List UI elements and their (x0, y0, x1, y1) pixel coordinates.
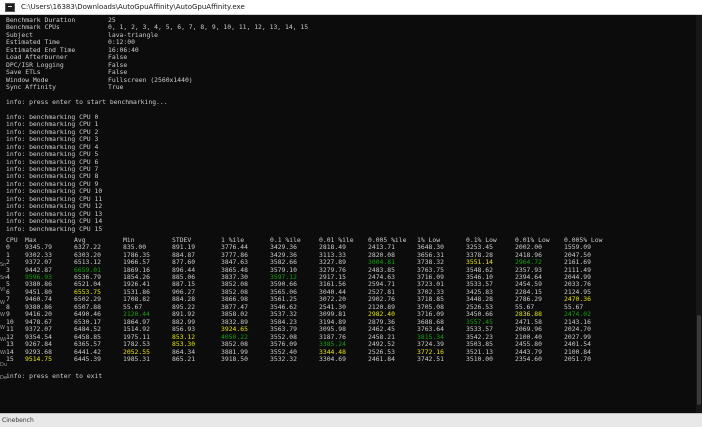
table-cell: 2354.60 (515, 354, 542, 363)
config-value: True (108, 83, 124, 92)
strip-fragment: Wi (0, 349, 7, 356)
info-message: info: press enter to start benchmarking.… (6, 97, 168, 106)
config-key: Sync Affinity (6, 83, 57, 92)
table-cell: 3304.69 (319, 354, 346, 363)
info-message: info: benchmarking CPU 15 (6, 224, 103, 233)
table-cell: 6445.39 (74, 354, 101, 363)
exit-message: info: press enter to exit (6, 372, 103, 381)
window-title: C:\Users\16383\Downloads\AutoGpuAffinity… (21, 3, 245, 11)
strip-fragment: De (0, 374, 7, 381)
strip-fragment: W (0, 324, 5, 331)
console-scrollbar[interactable] (696, 15, 702, 413)
strip-fragment: Sn (0, 274, 7, 281)
table-cell: 1985.31 (123, 354, 150, 363)
taskbar-strip: Cinebench (0, 413, 702, 427)
table-cell: 3510.00 (466, 354, 493, 363)
strip-fragment: Sn (0, 262, 7, 268)
console-app-icon (5, 2, 15, 12)
strip-fragment: W (0, 312, 5, 318)
bottom-label: Cinebench (2, 417, 34, 424)
cpu-index: 15 (6, 354, 14, 363)
scroll-thumb[interactable] (697, 315, 701, 405)
table-cell: 865.21 (172, 354, 196, 363)
window-titlebar[interactable]: C:\Users\16383\Downloads\AutoGpuAffinity… (0, 0, 702, 15)
strip-fragment: Vl (0, 287, 5, 293)
console-output[interactable]: Benchmark Duration 25 Benchmark CPUs 0, 1, … (0, 15, 702, 413)
strip-fragment: W (0, 299, 5, 306)
background-window-strip: Sn Sn Vl W W W Wi Wi Du De (0, 262, 8, 402)
table-cell: 2461.84 (368, 354, 395, 363)
table-cell: 3918.50 (221, 354, 248, 363)
strip-fragment: Du (0, 362, 8, 368)
table-cell: 3532.32 (270, 354, 297, 363)
table-cell: 9514.75 (25, 354, 52, 363)
table-cell: 3742.51 (417, 354, 444, 363)
strip-fragment: Wi (0, 337, 7, 343)
table-cell: 2051.70 (564, 354, 591, 363)
